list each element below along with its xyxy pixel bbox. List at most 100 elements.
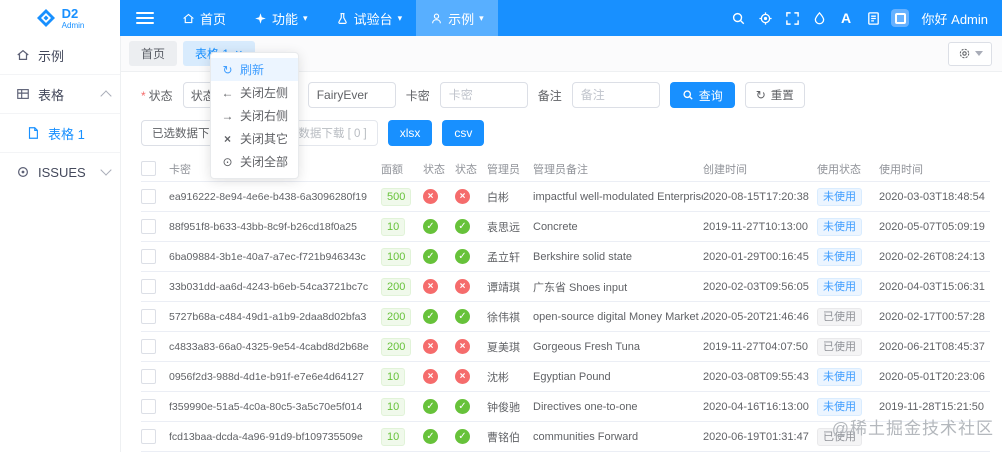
error-log-button[interactable]	[887, 0, 914, 36]
menu-item-close-left[interactable]: 关闭左侧	[211, 81, 298, 104]
table-row[interactable]: f359990e-51a5-4c0a-80c5-3a5c70e5f014 10 …	[141, 392, 990, 422]
table-row[interactable]: 5727b68a-c484-49d1-a1b9-2daa8d02bfa3 200…	[141, 302, 990, 332]
created-time-cell: 2020-04-16T16:13:00	[703, 400, 809, 413]
row-checkbox[interactable]	[141, 399, 156, 414]
nav-item-features[interactable]: 功能 ▾	[240, 0, 322, 36]
amount-badge: 10	[381, 427, 406, 446]
sidebar-item-label: 示例	[38, 48, 65, 64]
admin-cell: 谭靖琪	[487, 281, 520, 294]
chevron-down-icon	[100, 164, 112, 176]
menu-item-close-all[interactable]: 关闭全部	[211, 150, 298, 173]
nav-item-playground[interactable]: 试验台 ▾	[322, 0, 417, 36]
star-icon	[255, 12, 266, 24]
use-status-badge: 已使用	[817, 337, 862, 356]
logo-title: D2	[61, 5, 79, 21]
fullscreen-button[interactable]	[779, 0, 806, 36]
search-button[interactable]	[725, 0, 752, 36]
export-xlsx-button[interactable]: xlsx	[387, 120, 433, 146]
card-key-cell: 6ba09884-3b1e-40a7-a7ec-f721b946343c	[169, 250, 366, 263]
created-time-cell: 2020-06-19T01:31:47	[703, 430, 809, 443]
search-icon	[732, 12, 744, 24]
card-input[interactable]	[439, 82, 528, 108]
amount-badge: 200	[381, 337, 412, 356]
main-nav: 首页 功能 ▾ 试验台 ▾ 示例 ▾	[168, 0, 498, 36]
font-size-button[interactable]	[833, 0, 860, 36]
name-input[interactable]	[307, 82, 396, 108]
theme-icon	[814, 11, 824, 24]
tabs-settings-button[interactable]	[948, 41, 992, 66]
row-checkbox[interactable]	[141, 309, 156, 324]
admin-cell: 沈彬	[487, 371, 509, 384]
close-all-icon	[221, 156, 234, 168]
sidebar-item-label: ISSUES	[38, 164, 86, 180]
note-input[interactable]	[571, 82, 660, 108]
table-row[interactable]: 6ba09884-3b1e-40a7-a7ec-f721b946343c 100…	[141, 242, 990, 272]
sidebar-item-issues[interactable]: ISSUES	[0, 153, 120, 191]
admin-note-cell: communities Forward	[533, 430, 639, 443]
logo[interactable]: D2 Admin	[0, 0, 120, 36]
admin-note-cell: Directives one-to-one	[533, 400, 638, 413]
col-header-admin: 管理员	[487, 163, 520, 176]
sidebar-item-examples[interactable]: 示例	[0, 36, 120, 75]
reset-button-label: 重置	[770, 90, 794, 102]
sidebar-item-label: 表格	[38, 87, 65, 103]
select-all-checkbox[interactable]	[141, 161, 156, 176]
log-button[interactable]	[860, 0, 887, 36]
tab-home[interactable]: 首页	[129, 41, 178, 66]
menu-item-close-right[interactable]: 关闭右侧	[211, 104, 298, 127]
menu-item-refresh[interactable]: 刷新	[211, 58, 299, 81]
row-checkbox[interactable]	[141, 369, 156, 384]
admin-note-cell: Egyptian Pound	[533, 370, 611, 383]
table-row[interactable]: 88f951f8-b633-43bb-8c9f-b26cd18f0a25 10 …	[141, 212, 990, 242]
status-icon: ×	[455, 189, 470, 204]
chevron-up-icon	[100, 90, 112, 102]
col-header-created: 创建时间	[703, 163, 747, 176]
home-icon	[183, 13, 194, 23]
table-row[interactable]: fcd13baa-dcda-4a96-91d9-bf109735509e 10 …	[141, 422, 990, 452]
nav-item-home[interactable]: 首页	[168, 0, 240, 36]
card-key-cell: 0956f2d3-988d-4d1e-b91f-e7e6e4d64127	[169, 370, 365, 383]
row-checkbox[interactable]	[141, 219, 156, 234]
tab-label: 首页	[141, 47, 166, 61]
row-checkbox[interactable]	[141, 279, 156, 294]
menu-toggle-button[interactable]	[136, 12, 154, 24]
menu-item-close-others[interactable]: 关闭其它	[211, 127, 298, 150]
row-checkbox[interactable]	[141, 339, 156, 354]
export-csv-button[interactable]: csv	[442, 120, 485, 146]
status-icon: ✓	[455, 309, 470, 324]
table-row[interactable]: 0956f2d3-988d-4d1e-b91f-e7e6e4d64127 10 …	[141, 362, 990, 392]
use-time-cell: 2019-11-28T15:21:50	[879, 400, 984, 413]
amount-badge: 10	[381, 367, 406, 386]
sidebar-item-tables[interactable]: 表格	[0, 75, 120, 114]
home-icon	[17, 49, 29, 60]
flask-icon	[337, 12, 347, 24]
created-time-cell: 2020-01-29T00:16:45	[703, 250, 809, 263]
use-status-badge: 未使用	[817, 217, 862, 236]
font-size-icon	[841, 10, 851, 26]
table-row[interactable]: c4833a83-66a0-4325-9e54-4cabd8d2b68e 200…	[141, 332, 990, 362]
card-key-cell: fcd13baa-dcda-4a96-91d9-bf109735509e	[169, 430, 363, 443]
admin-cell: 钟俊驰	[487, 401, 520, 414]
table-row[interactable]: 33b031dd-aa6d-4243-b6eb-54ca3721bc7c 200…	[141, 272, 990, 302]
reset-button[interactable]: 重置	[744, 82, 805, 108]
use-status-badge: 未使用	[817, 187, 862, 206]
status-icon: ✓	[455, 219, 470, 234]
use-status-badge: 未使用	[817, 397, 862, 416]
use-time-cell: 2020-02-17T00:57:28	[879, 310, 985, 323]
row-checkbox[interactable]	[141, 429, 156, 444]
created-time-cell: 2020-05-20T21:46:46	[703, 310, 809, 323]
search-submit-button[interactable]: 查询	[669, 82, 735, 108]
top-header: D2 Admin 首页 功能 ▾ 试验台 ▾ 示例 ▾ A 你好 Admin	[0, 0, 1002, 36]
user-greeting[interactable]: 你好 Admin	[922, 9, 988, 28]
chevron-down-icon	[974, 51, 983, 56]
admin-cell: 袁思远	[487, 221, 520, 234]
row-checkbox[interactable]	[141, 249, 156, 264]
amount-badge: 100	[381, 247, 412, 266]
nav-item-examples[interactable]: 示例 ▾	[416, 0, 498, 36]
theme-button[interactable]	[806, 0, 833, 36]
table-row[interactable]: ea916222-8e94-4e6e-b438-6a3096280f19 500…	[141, 182, 990, 212]
aim-button[interactable]	[752, 0, 779, 36]
sidebar-item-table1[interactable]: 表格 1	[0, 114, 120, 153]
row-checkbox[interactable]	[141, 189, 156, 204]
status-icon: ×	[455, 369, 470, 384]
